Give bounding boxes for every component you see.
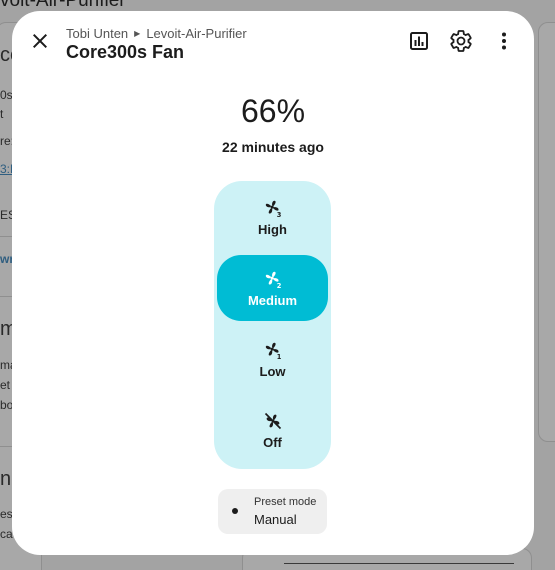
preset-mode-chip[interactable]: Preset mode Manual <box>218 489 327 534</box>
background-text: t <box>0 107 4 121</box>
background-text: 0s <box>0 88 13 102</box>
breadcrumb-area[interactable]: Tobi Unten <box>66 26 128 41</box>
background-text: et <box>0 378 11 392</box>
fan-speed-off-option[interactable]: Off <box>217 397 328 463</box>
fan-speed-control[interactable]: 3 High 2 Medium 1 Low Off <box>214 181 331 469</box>
fan-speed-high-option[interactable]: 3 High <box>217 184 328 250</box>
fan-speed-label: Off <box>263 434 282 450</box>
fan-speed-label: High <box>258 221 287 237</box>
background-card-right <box>538 22 555 442</box>
background-text: ca <box>0 527 13 541</box>
background-divider <box>284 563 514 564</box>
last-changed-text[interactable]: 22 minutes ago <box>12 139 534 155</box>
fan-percentage-value: 66% <box>240 93 306 129</box>
more-menu-button[interactable] <box>484 21 524 61</box>
fan-speed-3-icon: 3 <box>265 200 281 218</box>
svg-text:1: 1 <box>276 353 281 360</box>
more-info-dialog: Tobi Unten ▶ Levoit-Air-Purifier Core300… <box>12 11 534 555</box>
preset-mode-label: Preset mode <box>254 496 317 508</box>
fan-speed-2-icon: 2 <box>265 271 281 289</box>
preset-mode-value: Manual <box>254 512 297 527</box>
breadcrumb-device[interactable]: Levoit-Air-Purifier <box>146 26 246 41</box>
fan-speed-low-option[interactable]: 1 Low <box>217 326 328 392</box>
breadcrumb-separator-icon: ▶ <box>134 29 141 38</box>
settings-button[interactable] <box>441 21 481 61</box>
close-button[interactable] <box>20 21 60 61</box>
fan-speed-label: Low <box>259 363 286 379</box>
circle-small-icon <box>232 508 238 514</box>
svg-text:3: 3 <box>276 211 281 218</box>
fan-off-icon <box>264 412 281 429</box>
close-icon <box>33 34 47 48</box>
fan-speed-1-icon: 1 <box>265 342 281 360</box>
background-text: es <box>0 507 13 521</box>
fan-speed-medium-option[interactable]: 2 Medium <box>217 255 328 321</box>
dots-vertical-icon <box>502 32 506 50</box>
svg-text:2: 2 <box>276 282 281 289</box>
history-button[interactable] <box>399 21 439 61</box>
gear-icon <box>450 30 472 52</box>
fan-speed-label: Medium <box>247 292 298 308</box>
dialog-title: Core300s Fan <box>66 42 185 62</box>
chart-box-icon <box>410 32 428 50</box>
breadcrumb: Tobi Unten ▶ Levoit-Air-Purifier <box>66 26 247 41</box>
